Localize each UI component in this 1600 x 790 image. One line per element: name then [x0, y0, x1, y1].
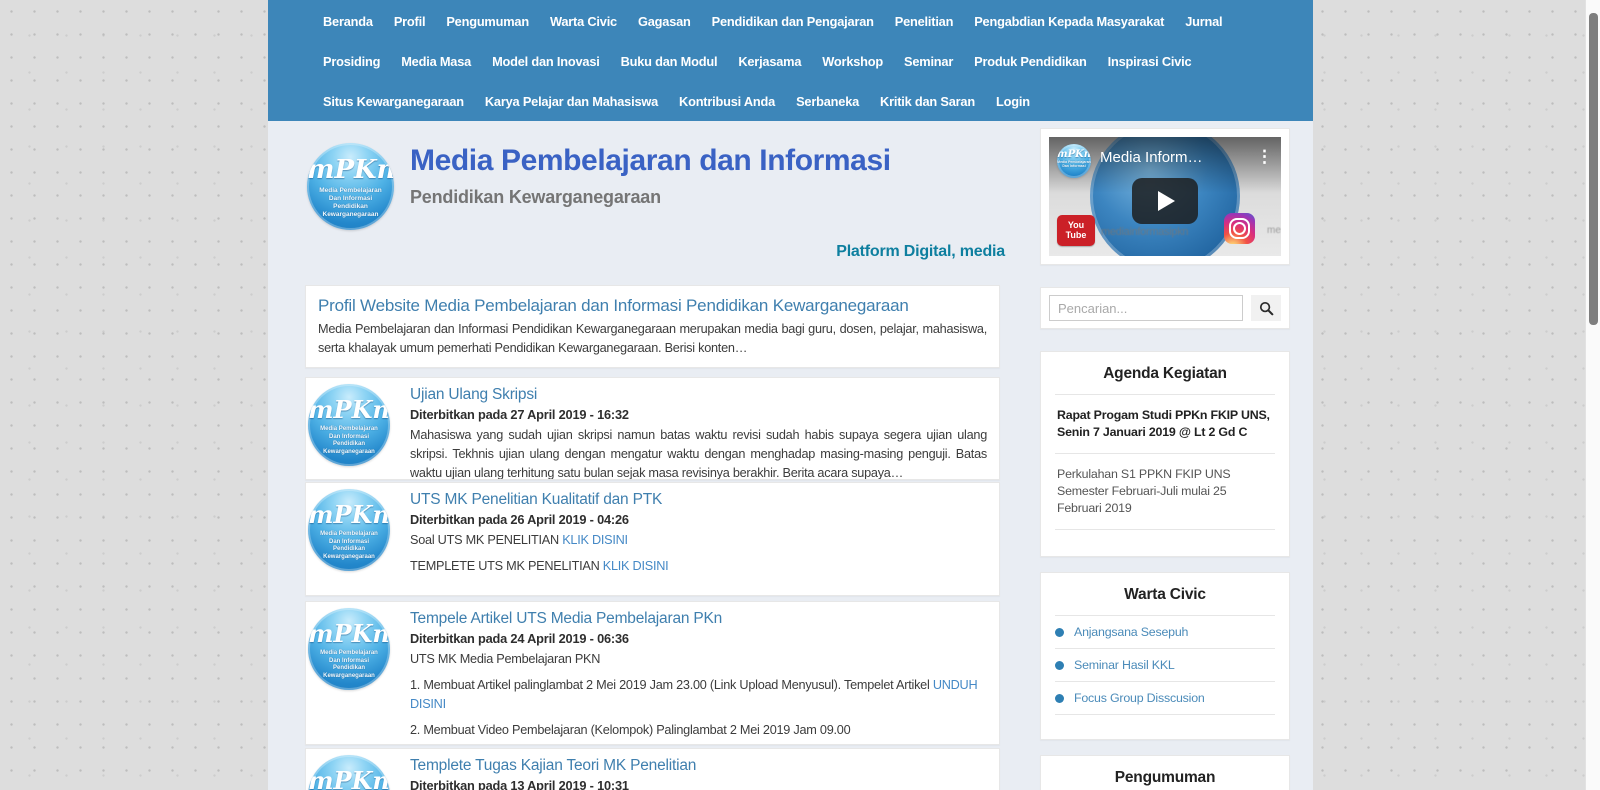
article-title-link[interactable]: UTS MK Penelitian Kualitatif dan PTK [410, 491, 662, 509]
site-subtitle: Pendidikan Kewarganegaraan [410, 187, 661, 207]
bullet-icon [1055, 627, 1064, 637]
bullet-icon [1055, 693, 1064, 703]
nav-item-pengumuman[interactable]: Pengumuman [446, 14, 529, 29]
article-title-link[interactable]: Profil Website Media Pembelajaran dan In… [318, 296, 909, 316]
nav-row-3: Situs Kewarganegaraan Karya Pelajar dan … [268, 81, 1313, 121]
instagram-logo-icon [1224, 213, 1255, 244]
site-logo-text: Media Pembelajaran Dan Informasi Pendidik… [319, 187, 382, 218]
kebab-menu-icon[interactable]: ⋮ [1256, 148, 1273, 165]
warta-item: Seminar Hasil KKL [1041, 649, 1289, 681]
site-logo[interactable]: mPKn Media Pembelajaran Dan Informasi Pen… [307, 143, 394, 230]
warta-link[interactable]: Focus Group Disscusion [1074, 691, 1205, 705]
nav-item-kontribusi-anda[interactable]: Kontribusi Anda [679, 94, 775, 109]
nav-item-penelitian[interactable]: Penelitian [895, 14, 954, 29]
warta-link[interactable]: Seminar Hasil KKL [1074, 658, 1175, 672]
article-card: mPKn Media PembelajaranDan Informasi Pen… [305, 482, 1000, 596]
nav-item-prosiding[interactable]: Prosiding [323, 54, 380, 69]
article-card: mPKn Media PembelajaranDan Informasi Pen… [305, 377, 1000, 480]
article-publish-date: Diterbitkan pada 24 April 2019 - 06:36 [410, 631, 629, 646]
warta-civic-heading: Warta Civic [1124, 586, 1206, 603]
top-nav: Beranda Profil Pengumuman Warta Civic Ga… [268, 0, 1313, 121]
nav-item-beranda[interactable]: Beranda [323, 14, 373, 29]
article-card: Profil Website Media Pembelajaran dan In… [305, 285, 1000, 368]
search-button[interactable] [1251, 295, 1281, 321]
nav-item-buku-dan-modul[interactable]: Buku dan Modul [621, 54, 718, 69]
site-header: Media Pembelajaran dan Informasi Pendidi… [410, 144, 891, 208]
agenda-item: Rapat Progam Studi PPKn FKIP UNS, Senin … [1057, 408, 1270, 439]
nav-item-kritik-dan-saran[interactable]: Kritik dan Saran [880, 94, 975, 109]
scrollbar-track[interactable] [1585, 0, 1600, 790]
nav-row-1: Beranda Profil Pengumuman Warta Civic Ga… [268, 1, 1313, 41]
warta-item: Focus Group Disscusion [1041, 682, 1289, 714]
video-title[interactable]: Media Inform… [1100, 149, 1248, 166]
article-title-link[interactable]: Ujian Ulang Skripsi [410, 386, 537, 404]
pengumuman-heading: Pengumuman [1114, 769, 1216, 786]
nav-item-inspirasi-civic[interactable]: Inspirasi Civic [1108, 54, 1192, 69]
pengumuman-widget: Pengumuman [1040, 755, 1290, 790]
nav-item-gagasan[interactable]: Gagasan [638, 14, 691, 29]
site-logo-mark: mPKn [307, 155, 394, 185]
nav-row-2: Prosiding Media Masa Model dan Inovasi B… [268, 41, 1313, 81]
article-excerpt: Soal UTS MK PENELITIAN KLIK DISINI TEMPL… [410, 533, 669, 573]
search-icon [1259, 301, 1274, 316]
nav-item-situs-kewarganegaraan[interactable]: Situs Kewarganegaraan [323, 94, 464, 109]
nav-item-pendidikan-dan-pengajaran[interactable]: Pendidikan dan Pengajaran [712, 14, 874, 29]
site-title: Media Pembelajaran dan Informasi [410, 144, 891, 177]
nav-item-model-dan-inovasi[interactable]: Model dan Inovasi [492, 54, 600, 69]
article-excerpt: Mahasiswa yang sudah ujian skripsi namun… [410, 428, 987, 480]
site-page: Beranda Profil Pengumuman Warta Civic Ga… [268, 0, 1313, 790]
agenda-widget: Agenda Kegiatan Rapat Progam Studi PPKn … [1040, 351, 1290, 557]
klik-disini-link[interactable]: KLIK DISINI [603, 559, 669, 573]
youtube-logo-icon: You Tube [1057, 215, 1095, 246]
article-thumbnail-logo[interactable]: mPKn Media PembelajaranDan Informasi Pen… [308, 755, 390, 790]
article-thumbnail-logo[interactable]: mPKn Media PembelajaranDan Informasi Pen… [308, 489, 390, 571]
klik-disini-link[interactable]: KLIK DISINI [562, 533, 628, 547]
nav-item-warta-civic[interactable]: Warta Civic [550, 14, 617, 29]
article-title-link[interactable]: Templete Tugas Kajian Teori MK Penelitia… [410, 757, 696, 775]
article-title-link[interactable]: Tempele Artikel UTS Media Pembelajaran P… [410, 610, 722, 628]
warta-link[interactable]: Anjangsana Sesepuh [1074, 625, 1188, 639]
article-card: mPKn Media PembelajaranDan Informasi Pen… [305, 601, 1000, 745]
article-publish-date: Diterbitkan pada 26 April 2019 - 04:26 [410, 512, 629, 527]
warta-item: Anjangsana Sesepuh [1041, 616, 1289, 648]
nav-item-kerjasama[interactable]: Kerjasama [738, 54, 801, 69]
search-input[interactable] [1049, 295, 1243, 321]
channel-handle-text-right: mediainformasipkn [1267, 225, 1281, 236]
agenda-item: Perkulahan S1 PPKN FKIP UNS Semester Feb… [1057, 467, 1231, 515]
article-thumbnail-logo[interactable]: mPKn Media PembelajaranDan Informasi Pen… [308, 608, 390, 690]
video-widget: mPKn Media Pembelajaran Dan Informasi Med… [1040, 128, 1290, 265]
nav-item-pengabdian-kepada-masyarakat[interactable]: Pengabdian Kepada Masyarakat [974, 14, 1164, 29]
article-card: mPKn Media PembelajaranDan Informasi Pen… [305, 748, 1000, 790]
scrollbar-thumb[interactable] [1589, 13, 1598, 325]
article-thumbnail-logo[interactable]: mPKn Media PembelajaranDan Informasi Pen… [308, 384, 390, 466]
play-button-icon[interactable] [1132, 178, 1198, 225]
nav-item-workshop[interactable]: Workshop [822, 54, 883, 69]
channel-avatar[interactable]: mPKn Media Pembelajaran Dan Informasi [1057, 144, 1091, 178]
search-widget [1040, 287, 1290, 329]
nav-item-login[interactable]: Login [996, 94, 1030, 109]
article-publish-date: Diterbitkan pada 27 April 2019 - 16:32 [410, 407, 629, 422]
nav-item-seminar[interactable]: Seminar [904, 54, 953, 69]
video-player[interactable]: mPKn Media Pembelajaran Dan Informasi Med… [1049, 137, 1281, 256]
warta-civic-widget: Warta Civic Anjangsana Sesepuh Seminar H… [1040, 572, 1290, 740]
marquee-text: Platform Digital, media [836, 243, 1005, 260]
agenda-heading: Agenda Kegiatan [1103, 365, 1227, 382]
article-publish-date: Diterbitkan pada 13 April 2019 - 10:31 [410, 778, 629, 790]
nav-item-karya-pelajar-dan-mahasiswa[interactable]: Karya Pelajar dan Mahasiswa [485, 94, 658, 109]
article-excerpt: Media Pembelajaran dan Informasi Pendidi… [318, 322, 987, 355]
nav-item-media-masa[interactable]: Media Masa [401, 54, 471, 69]
article-excerpt: UTS MK Media Pembelajaran PKN 1. Membuat… [410, 652, 978, 737]
nav-item-profil[interactable]: Profil [394, 14, 426, 29]
bullet-icon [1055, 660, 1064, 670]
nav-item-serbaneka[interactable]: Serbaneka [796, 94, 859, 109]
nav-item-jurnal[interactable]: Jurnal [1185, 14, 1222, 29]
nav-item-produk-pendidikan[interactable]: Produk Pendidikan [974, 54, 1087, 69]
channel-handle-text: mediainformasipkn [1101, 226, 1189, 238]
